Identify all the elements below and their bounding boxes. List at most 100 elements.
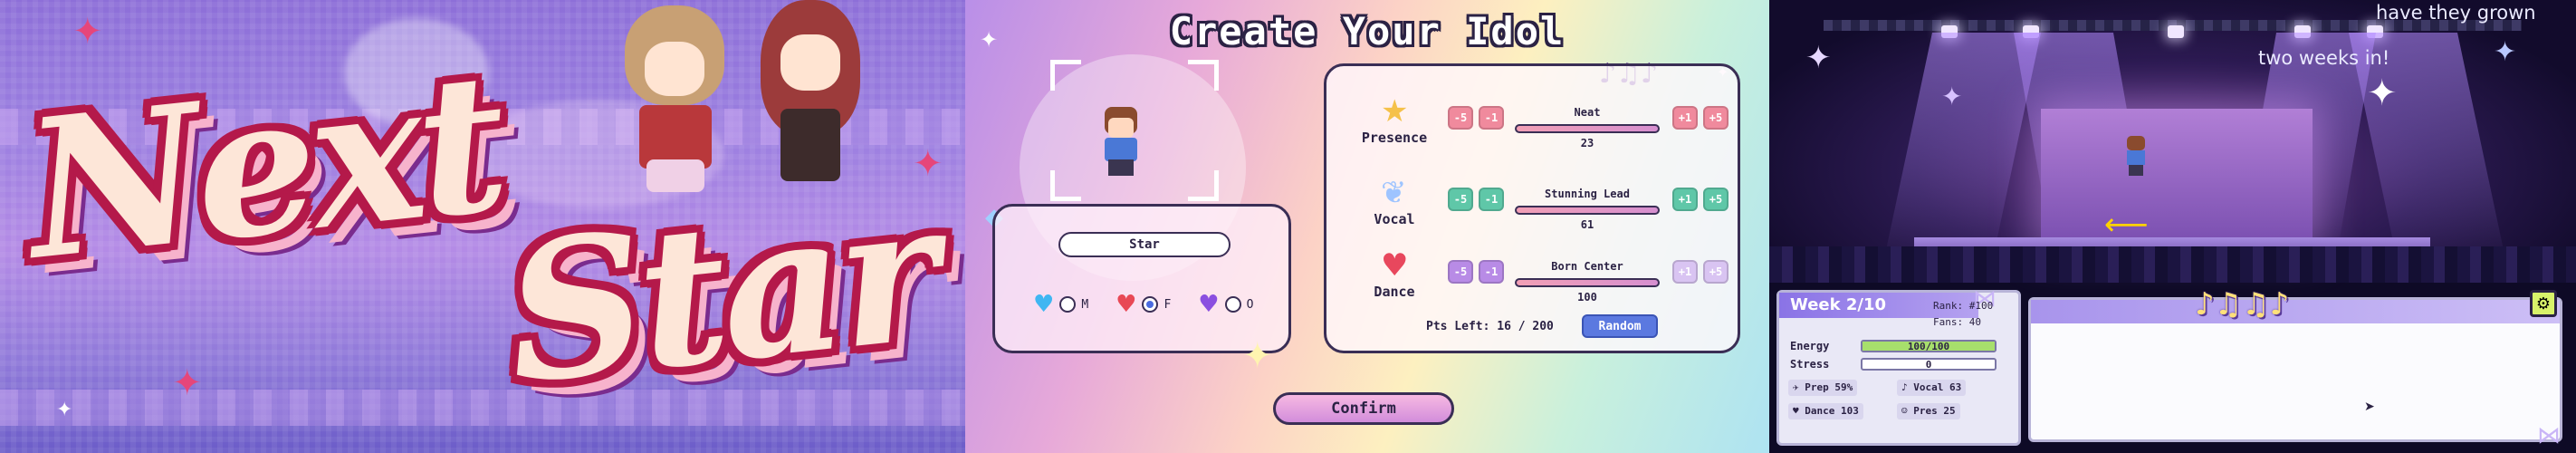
face <box>1108 118 1134 138</box>
stat-row-dance: ♥ Dance -5 -1 Born Center 100 +1 +5 <box>1326 247 1738 311</box>
vocal-stat: ♪ Vocal 63 <box>1897 380 1967 396</box>
sparkle-icon: ✦ <box>56 399 73 421</box>
energy-value: 100/100 <box>1907 341 1950 352</box>
face <box>645 42 704 96</box>
sparkle-icon: ✦ <box>72 11 103 53</box>
name-input[interactable]: Star <box>1058 232 1231 257</box>
logo-word-next: Next <box>16 30 512 303</box>
music-notes-icon: ♪♫♫♪ <box>2195 286 2290 323</box>
shirt <box>2127 150 2145 165</box>
frame-corner <box>1050 170 1081 201</box>
sparkle-icon: ✦ <box>1805 40 1832 76</box>
plus5-button[interactable]: +5 <box>1703 106 1729 130</box>
stat-row-presence: ★ Presence -5 -1 Neat 23 +1 +5 <box>1326 93 1738 157</box>
pres-label: Pres <box>1913 405 1938 417</box>
frame-corner <box>1188 170 1219 201</box>
sparkle-icon: ✦ <box>2494 36 2517 68</box>
stress-value: 0 <box>1925 359 1932 371</box>
page-title: Create Your Idol <box>1169 9 1566 53</box>
vocal-value: 63 <box>1949 381 1962 393</box>
settings-gear-icon[interactable]: ⚙ <box>2530 290 2557 317</box>
dialog-header <box>2031 300 2560 323</box>
frame-corner <box>1188 60 1219 91</box>
dialog-box[interactable]: ➤ <box>2028 297 2562 442</box>
energy-label: Energy <box>1790 340 1830 352</box>
stress-label: Stress <box>1790 358 1830 371</box>
stat-trait: Born Center <box>1551 260 1623 273</box>
smile-icon: ☺ <box>1901 405 1908 417</box>
gender-radio-f[interactable] <box>1142 296 1159 313</box>
sparkle-icon: ✦ <box>980 27 999 53</box>
sparkle-icon: ✦ <box>172 362 203 404</box>
minus1-button[interactable]: -1 <box>1479 260 1504 284</box>
points-left: Pts Left: 16 / 200 <box>1426 320 1554 333</box>
stat-value: 61 <box>1580 218 1594 231</box>
dance-stat: ♥ Dance 103 <box>1788 403 1863 419</box>
create-idol-panel: Create Your Idol ✦ ✦ ◆ Star ♥ M ♥ F ♥ O … <box>965 0 1769 453</box>
gender-label-f: F <box>1164 297 1172 312</box>
plus5-button[interactable]: +5 <box>1703 188 1729 211</box>
sparkle-icon: ✦ <box>1941 82 1963 111</box>
pants <box>2129 165 2143 176</box>
dance-value: 103 <box>1841 405 1859 417</box>
title-art-panel: ✦ ✦ ✦ ✦ Next Star <box>0 0 965 453</box>
sparkle-icon: ✦ <box>2367 72 2398 114</box>
face <box>780 34 840 91</box>
minus1-button[interactable]: -1 <box>1479 188 1504 211</box>
crowd <box>1769 246 2576 283</box>
dance-label: Dance <box>1805 405 1835 417</box>
prep-value: 59% <box>1834 381 1853 393</box>
shirt <box>1105 138 1137 161</box>
frame-corner <box>1050 60 1081 91</box>
gender-radio-m[interactable] <box>1059 296 1077 313</box>
stat-value: 100 <box>1577 291 1597 304</box>
pres-value: 25 <box>1943 405 1956 417</box>
random-button[interactable]: Random <box>1582 314 1658 338</box>
heart-icon: ♥ <box>1793 405 1799 417</box>
pin-icon: ✈ <box>1793 381 1799 393</box>
stat-trait: Neat <box>1574 106 1601 119</box>
blue-heart-icon: ♥ <box>1033 291 1055 318</box>
music-note-icon: ♪ <box>1901 381 1908 393</box>
purple-heart-icon: ♥ <box>1198 291 1220 318</box>
hair <box>2127 136 2145 150</box>
stat-row-vocal: ❦ Vocal -5 -1 Stunning Lead 61 +1 +5 <box>1326 175 1738 238</box>
stage-set <box>2041 109 2313 245</box>
idol-avatar <box>1099 107 1143 178</box>
wings-icon: ❦ <box>1381 175 1407 211</box>
plus1-button[interactable]: +1 <box>1672 188 1698 211</box>
sparkle-icon: ✦ <box>1242 335 1273 377</box>
fans-value: Fans: 40 <box>1933 316 1981 328</box>
week-status-panel: Week 2/10 ⋈ Rank: #100 Fans: 40 Energy 1… <box>1776 285 2021 446</box>
confirm-button[interactable]: Confirm <box>1273 392 1454 425</box>
stress-meter: 0 <box>1861 358 1997 371</box>
minus5-button[interactable]: -5 <box>1448 106 1473 130</box>
chibi-character-1 <box>625 5 724 196</box>
heart-icon: ♥ <box>1381 247 1409 284</box>
gender-radio-o[interactable] <box>1224 296 1241 313</box>
caption-line-1: have they grown <box>2376 2 2536 24</box>
stat-label: Presence <box>1361 130 1428 146</box>
red-heart-icon: ♥ <box>1116 291 1137 318</box>
bow-icon: ⋈ <box>2537 422 2561 449</box>
plus1-button[interactable]: +1 <box>1672 260 1698 284</box>
arrow-left-icon: ⟵ <box>2104 207 2149 243</box>
star-icon: ★ <box>1381 93 1409 130</box>
stat-bar <box>1515 124 1660 133</box>
pants <box>1108 159 1134 176</box>
logo-word-star: Star <box>496 159 944 427</box>
stat-value: 23 <box>1580 137 1594 149</box>
plus5-button[interactable]: +5 <box>1703 260 1729 284</box>
plus1-button[interactable]: +1 <box>1672 106 1698 130</box>
stat-label: Dance <box>1374 284 1415 300</box>
minus1-button[interactable]: -1 <box>1479 106 1504 130</box>
cursor-icon: ➤ <box>2364 400 2375 414</box>
prep-stat: ✈ Prep 59% <box>1788 380 1858 396</box>
vocal-label: Vocal <box>1913 381 1944 393</box>
stats-card: ★ Presence -5 -1 Neat 23 +1 +5 ❦ Vocal -… <box>1324 63 1740 353</box>
gender-label-m: M <box>1081 297 1089 312</box>
stat-bar <box>1515 206 1660 215</box>
pres-stat: ☺ Pres 25 <box>1897 403 1960 419</box>
minus5-button[interactable]: -5 <box>1448 188 1473 211</box>
minus5-button[interactable]: -5 <box>1448 260 1473 284</box>
